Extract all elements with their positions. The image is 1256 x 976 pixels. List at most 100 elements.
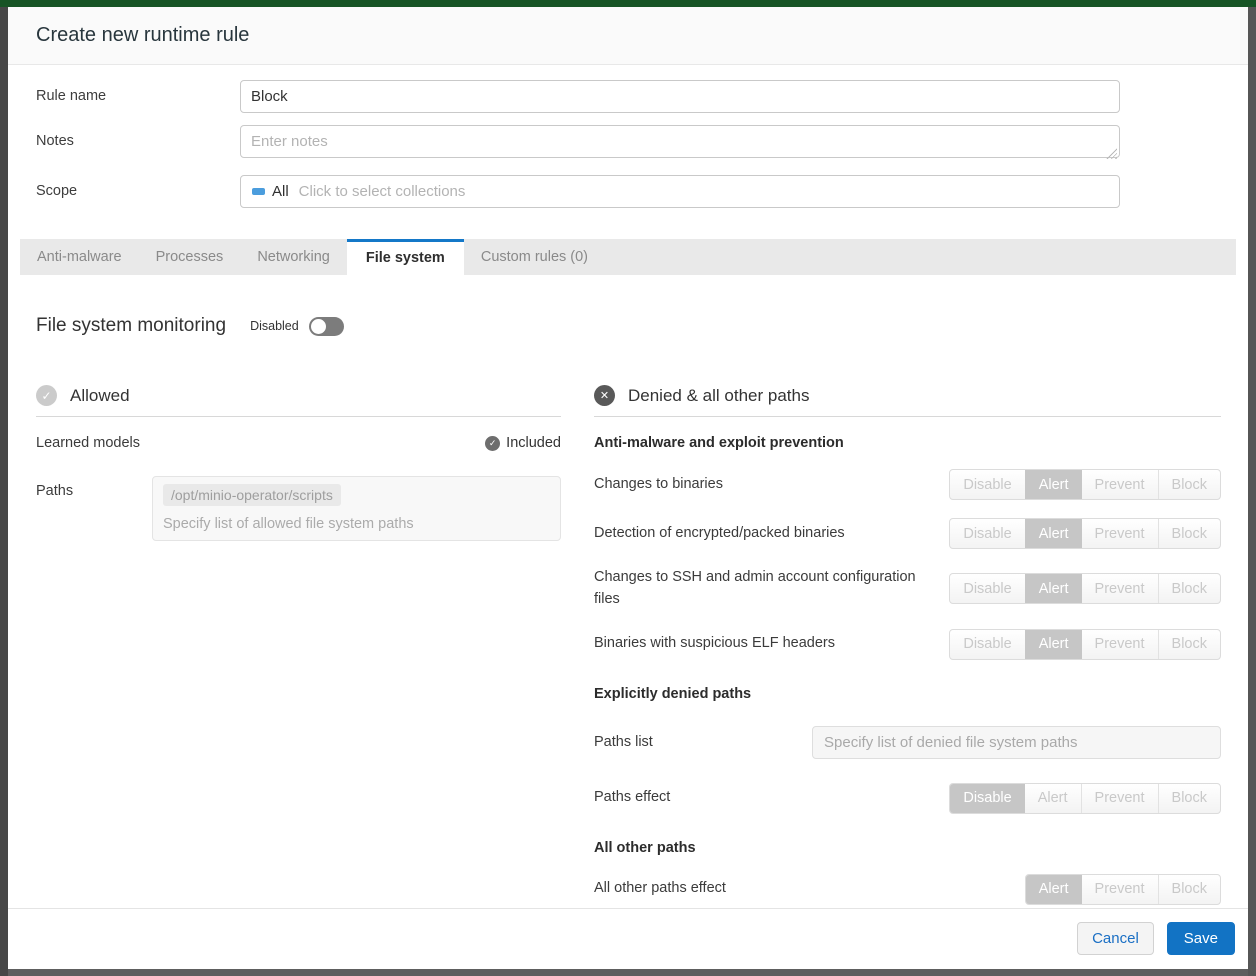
effect-option-prevent[interactable]: Prevent	[1082, 630, 1158, 659]
explicitly-denied-heading: Explicitly denied paths	[594, 686, 1221, 702]
scope-chip-label: All	[272, 183, 289, 200]
monitoring-toggle[interactable]	[309, 317, 344, 336]
effect-option-disable[interactable]: Disable	[950, 574, 1024, 603]
paths-effect-label: Paths effect	[594, 787, 670, 809]
effect-label: Detection of encrypted/packed binaries	[594, 523, 845, 545]
tab-anti-malware[interactable]: Anti-malware	[20, 239, 139, 275]
effect-option-disable[interactable]: Disable	[950, 784, 1024, 813]
effect-option-alert[interactable]: Alert	[1025, 519, 1082, 548]
background-bottom-strip	[8, 969, 1248, 976]
effect-option-prevent[interactable]: Prevent	[1082, 875, 1158, 904]
paths-list-label: Paths list	[594, 734, 653, 750]
antimalware-heading: Anti-malware and exploit prevention	[594, 435, 1221, 451]
tab-file-system[interactable]: File system	[347, 239, 464, 275]
file-system-monitoring-row: File system monitoring Disabled	[36, 315, 1220, 337]
notes-row: Notes	[36, 125, 1220, 163]
denied-header: ✕ Denied & all other paths	[594, 385, 1221, 417]
all-other-paths-effect-label: All other paths effect	[594, 878, 726, 900]
effect-option-alert[interactable]: Alert	[1025, 784, 1081, 813]
background-right-strip	[1248, 7, 1256, 976]
effect-option-block[interactable]: Block	[1158, 470, 1220, 499]
effect-option-alert[interactable]: Alert	[1025, 630, 1082, 659]
monitoring-state-label: Disabled	[250, 319, 299, 333]
allowed-paths-input[interactable]: /opt/minio-operator/scripts Specify list…	[152, 476, 561, 541]
tab-networking[interactable]: Networking	[240, 239, 347, 275]
paths-effect-row: Paths effect Disable Alert Prevent Block	[594, 783, 1221, 814]
allowed-column: ✓ Allowed Learned models ✓ Included Path…	[36, 385, 561, 905]
effect-option-prevent[interactable]: Prevent	[1082, 574, 1158, 603]
effect-group-ssh-config: Disable Alert Prevent Block	[949, 573, 1221, 604]
allowed-title: Allowed	[70, 386, 130, 406]
effect-label: Changes to SSH and admin account configu…	[594, 567, 939, 611]
effect-row-changes-to-binaries: Changes to binaries Disable Alert Preven…	[594, 469, 1221, 500]
fs-columns: ✓ Allowed Learned models ✓ Included Path…	[36, 385, 1221, 905]
scope-row: Scope All Click to select collections	[36, 175, 1220, 208]
all-other-paths-effect-row: All other paths effect Alert Prevent Blo…	[594, 874, 1221, 905]
allowed-header: ✓ Allowed	[36, 385, 561, 417]
effect-option-block[interactable]: Block	[1158, 875, 1220, 904]
collection-chip-icon	[252, 188, 265, 195]
learned-models-status: ✓ Included	[485, 435, 561, 451]
tab-custom-rules[interactable]: Custom rules (0)	[464, 239, 605, 275]
allowed-path-chip[interactable]: /opt/minio-operator/scripts	[163, 484, 341, 506]
effect-option-block[interactable]: Block	[1158, 519, 1220, 548]
effect-row-encrypted-binaries: Detection of encrypted/packed binaries D…	[594, 518, 1221, 549]
effect-row-ssh-config: Changes to SSH and admin account configu…	[594, 567, 1221, 611]
cancel-button[interactable]: Cancel	[1077, 922, 1154, 955]
rule-tabbar: Anti-malware Processes Networking File s…	[20, 239, 1236, 275]
rule-name-label: Rule name	[36, 80, 240, 113]
effect-option-prevent[interactable]: Prevent	[1081, 784, 1158, 813]
denied-x-icon: ✕	[594, 385, 615, 406]
effect-option-block[interactable]: Block	[1158, 630, 1220, 659]
rule-name-row: Rule name	[36, 80, 1220, 113]
save-button[interactable]: Save	[1167, 922, 1235, 955]
scope-collections-input[interactable]: All Click to select collections	[240, 175, 1120, 208]
dialog-footer: Cancel Save	[8, 908, 1248, 969]
denied-paths-input[interactable]	[812, 726, 1221, 759]
denied-column: ✕ Denied & all other paths Anti-malware …	[594, 385, 1221, 905]
dialog-header: Create new runtime rule	[8, 7, 1248, 65]
effect-option-alert[interactable]: Alert	[1025, 574, 1082, 603]
effect-option-disable[interactable]: Disable	[950, 630, 1024, 659]
effect-label: Changes to binaries	[594, 474, 723, 496]
effect-option-prevent[interactable]: Prevent	[1082, 519, 1158, 548]
notes-input[interactable]	[240, 125, 1120, 158]
toggle-knob	[311, 319, 326, 334]
learned-models-row: Learned models ✓ Included	[36, 435, 561, 451]
effect-label: Binaries with suspicious ELF headers	[594, 633, 835, 655]
all-other-paths-effect-group: Alert Prevent Block	[1025, 874, 1221, 905]
learned-models-label: Learned models	[36, 435, 140, 451]
effect-group-elf-headers: Disable Alert Prevent Block	[949, 629, 1221, 660]
effect-option-alert[interactable]: Alert	[1026, 875, 1082, 904]
effect-option-disable[interactable]: Disable	[950, 519, 1024, 548]
allowed-paths-row: Paths /opt/minio-operator/scripts Specif…	[36, 476, 561, 541]
background-left-strip	[0, 7, 8, 976]
allowed-paths-label: Paths	[36, 476, 152, 541]
included-check-icon: ✓	[485, 436, 500, 451]
create-runtime-rule-dialog: Create new runtime rule Rule name Notes …	[8, 7, 1248, 969]
background-top-bar	[0, 0, 1256, 7]
scope-label: Scope	[36, 175, 240, 208]
rule-form: Rule name Notes Scope All Click to selec…	[8, 65, 1248, 225]
effect-option-prevent[interactable]: Prevent	[1082, 470, 1158, 499]
effect-group-changes-to-binaries: Disable Alert Prevent Block	[949, 469, 1221, 500]
denied-title: Denied & all other paths	[628, 386, 809, 406]
paths-effect-group: Disable Alert Prevent Block	[949, 783, 1221, 814]
effect-row-elf-headers: Binaries with suspicious ELF headers Dis…	[594, 629, 1221, 660]
effect-option-block[interactable]: Block	[1158, 574, 1220, 603]
all-other-paths-heading: All other paths	[594, 840, 1221, 856]
effect-group-encrypted-binaries: Disable Alert Prevent Block	[949, 518, 1221, 549]
file-system-monitoring-title: File system monitoring	[36, 315, 226, 337]
included-text: Included	[506, 435, 561, 451]
rule-name-input[interactable]	[240, 80, 1120, 113]
tab-processes[interactable]: Processes	[139, 239, 241, 275]
effect-option-disable[interactable]: Disable	[950, 470, 1024, 499]
allowed-check-icon: ✓	[36, 385, 57, 406]
effect-option-block[interactable]: Block	[1158, 784, 1220, 813]
scope-placeholder: Click to select collections	[299, 183, 466, 200]
effect-option-alert[interactable]: Alert	[1025, 470, 1082, 499]
dialog-title: Create new runtime rule	[36, 24, 249, 47]
denied-paths-list-row: Paths list	[594, 726, 1221, 759]
notes-label: Notes	[36, 125, 240, 163]
allowed-paths-placeholder: Specify list of allowed file system path…	[163, 516, 550, 532]
